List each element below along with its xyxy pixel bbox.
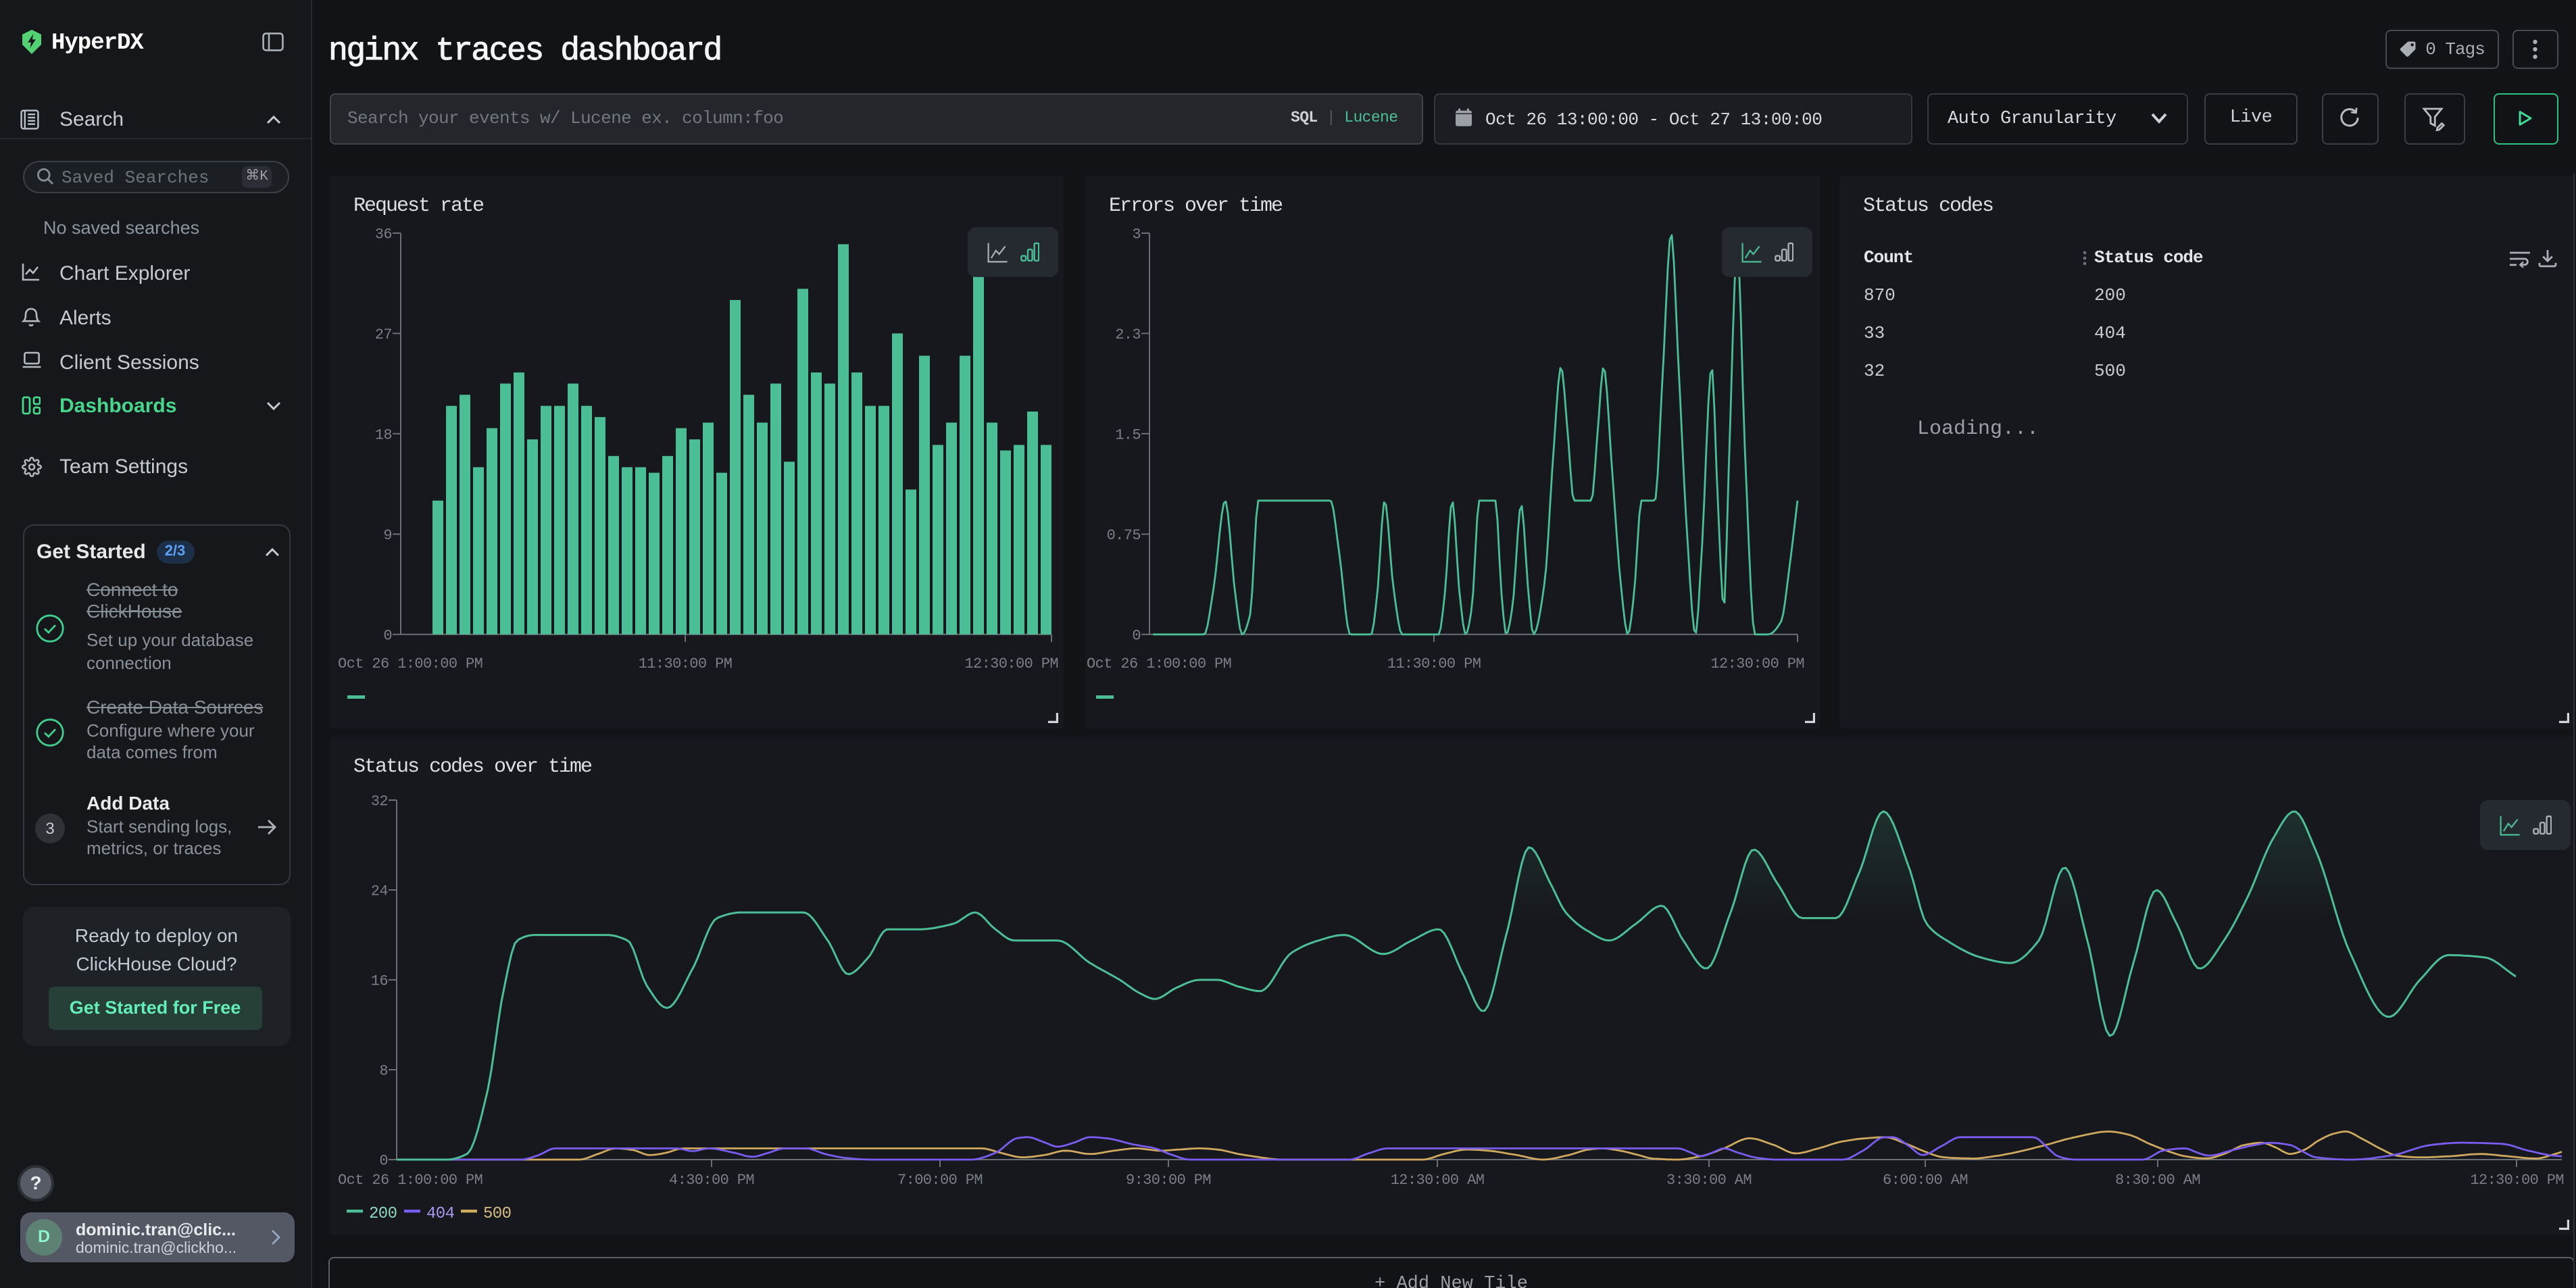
svg-text:11:30:00 PM: 11:30:00 PM: [638, 655, 732, 672]
svg-text:0: 0: [1131, 627, 1140, 644]
svg-text:3: 3: [1131, 226, 1140, 243]
svg-text:8:30:00 AM: 8:30:00 AM: [2114, 1172, 2200, 1189]
svg-text:27: 27: [374, 326, 391, 343]
svg-text:0: 0: [382, 627, 391, 644]
svg-text:8: 8: [378, 1063, 387, 1080]
svg-text:24: 24: [370, 883, 388, 900]
svg-text:404: 404: [426, 1205, 454, 1223]
svg-text:Oct 26 1:00:00 PM: Oct 26 1:00:00 PM: [337, 1172, 482, 1189]
svg-text:12:30:00 AM: 12:30:00 AM: [1390, 1172, 1484, 1189]
svg-text:0.75: 0.75: [1106, 527, 1140, 544]
svg-text:Oct 26 1:00:00 PM: Oct 26 1:00:00 PM: [1086, 655, 1231, 672]
svg-text:32: 32: [370, 793, 387, 810]
svg-text:36: 36: [374, 226, 391, 243]
svg-text:18: 18: [374, 426, 391, 443]
svg-text:11:30:00 PM: 11:30:00 PM: [1387, 655, 1481, 672]
svg-text:1.5: 1.5: [1114, 426, 1140, 443]
svg-text:4:30:00 PM: 4:30:00 PM: [668, 1172, 753, 1189]
svg-text:16: 16: [370, 973, 387, 990]
svg-text:7:00:00 PM: 7:00:00 PM: [897, 1172, 982, 1189]
svg-text:9:30:00 PM: 9:30:00 PM: [1125, 1172, 1210, 1189]
svg-text:200: 200: [368, 1205, 396, 1223]
svg-text:6:00:00 AM: 6:00:00 AM: [1882, 1172, 1967, 1189]
svg-text:12:30:00 PM: 12:30:00 PM: [1710, 655, 1804, 672]
svg-text:2.3: 2.3: [1114, 326, 1140, 343]
svg-text:Oct 26 1:00:00 PM: Oct 26 1:00:00 PM: [337, 655, 482, 672]
svg-text:9: 9: [382, 527, 391, 544]
svg-text:500: 500: [482, 1205, 510, 1223]
svg-text:0: 0: [378, 1153, 387, 1170]
svg-text:3:30:00 AM: 3:30:00 AM: [1666, 1172, 1751, 1189]
svg-text:12:30:00 PM: 12:30:00 PM: [2469, 1172, 2563, 1189]
svg-text:12:30:00 PM: 12:30:00 PM: [964, 655, 1058, 672]
